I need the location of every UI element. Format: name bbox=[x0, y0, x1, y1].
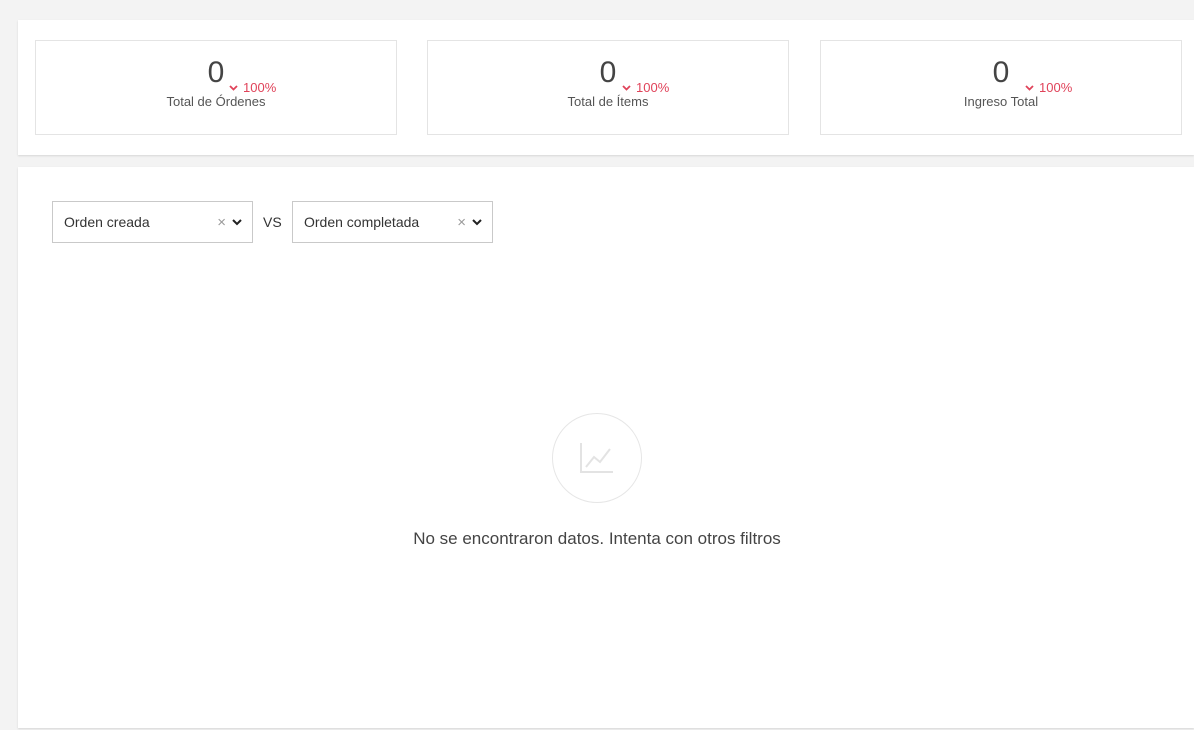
vs-label: VS bbox=[263, 214, 282, 230]
stat-label: Total de Órdenes bbox=[166, 94, 266, 109]
stat-change-value: 100% bbox=[243, 80, 277, 95]
close-icon[interactable]: × bbox=[457, 215, 466, 230]
stat-change: 100% bbox=[1025, 80, 1072, 95]
stat-value: 0 bbox=[599, 56, 617, 89]
second-metric-select[interactable]: Orden completada × bbox=[292, 201, 493, 243]
chevron-down-icon[interactable] bbox=[232, 218, 242, 226]
stat-label: Ingreso Total bbox=[963, 94, 1039, 109]
first-metric-select[interactable]: Orden creada × bbox=[52, 201, 253, 243]
stat-change-value: 100% bbox=[1039, 80, 1073, 95]
comparison-panel: Orden creada × VS Orden completada × No … bbox=[18, 167, 1194, 728]
line-chart-icon bbox=[552, 413, 642, 503]
close-icon[interactable]: × bbox=[217, 215, 226, 230]
stat-change-value: 100% bbox=[636, 80, 670, 95]
stats-panel: 0 Total de Órdenes 100% 0 Total de Ítems… bbox=[18, 20, 1194, 155]
stat-change: 100% bbox=[622, 80, 669, 95]
chevron-down-icon bbox=[229, 84, 238, 91]
first-metric-value: Orden creada bbox=[64, 214, 150, 230]
second-metric-value: Orden completada bbox=[304, 214, 420, 230]
stat-card-total-orders: 0 Total de Órdenes 100% bbox=[35, 40, 397, 135]
stat-value: 0 bbox=[207, 56, 225, 89]
empty-state-message: No se encontraron datos. Intenta con otr… bbox=[413, 529, 781, 548]
empty-state: No se encontraron datos. Intenta con otr… bbox=[18, 413, 1194, 549]
stat-label: Total de Ítems bbox=[567, 94, 649, 109]
chevron-down-icon bbox=[622, 84, 631, 91]
stat-value: 0 bbox=[992, 56, 1010, 89]
dashboard-page: 0 Total de Órdenes 100% 0 Total de Ítems… bbox=[0, 0, 1194, 730]
stat-card-total-items: 0 Total de Ítems 100% bbox=[427, 40, 789, 135]
stat-change: 100% bbox=[229, 80, 276, 95]
chevron-down-icon[interactable] bbox=[472, 218, 482, 226]
chevron-down-icon bbox=[1025, 84, 1034, 91]
stat-card-total-revenue: 0 Ingreso Total 100% bbox=[820, 40, 1182, 135]
